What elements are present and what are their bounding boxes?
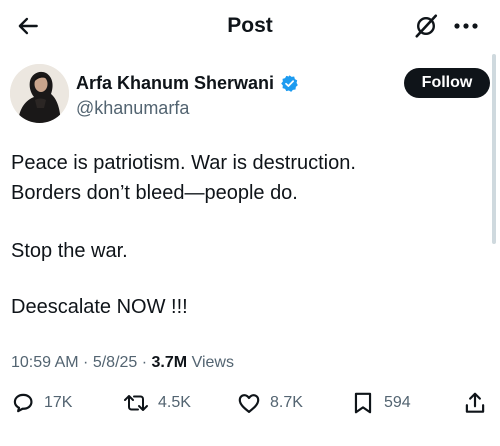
grok-button[interactable] — [412, 12, 440, 40]
author-name: Arfa Khanum Sherwani — [76, 73, 275, 93]
share-button[interactable] — [462, 390, 488, 416]
scrollbar[interactable] — [492, 54, 496, 244]
post-author: Arfa Khanum Sherwani @khanumarfa Follow — [10, 64, 490, 128]
views-count: 3.7M — [151, 354, 188, 371]
reply-button[interactable]: 17K — [10, 390, 72, 416]
grok-icon — [415, 14, 438, 38]
heart-icon — [238, 394, 260, 413]
post-metadata: 10:59 AM · 5/8/25 · 3.7M Views — [11, 352, 234, 374]
reply-count: 17K — [44, 394, 73, 411]
verified-badge-icon — [281, 74, 298, 92]
post-text-line: Deescalate NOW !!! — [11, 296, 188, 318]
bookmark-icon — [354, 392, 372, 414]
like-count: 8.7K — [270, 394, 303, 411]
action-bar: 17K 4.5K 8.7K 594 — [0, 386, 500, 426]
meta-separator-2: · — [137, 354, 152, 371]
author-name-link[interactable]: Arfa Khanum Sherwani — [76, 72, 299, 94]
repost-count: 4.5K — [158, 394, 191, 411]
post-text-line: Peace is patriotism. War is destruction. — [11, 152, 356, 174]
meta-separator: · — [78, 354, 93, 371]
avatar[interactable] — [10, 64, 69, 123]
post-date[interactable]: 5/8/25 — [93, 354, 137, 371]
post-text-line: Borders don’t bleed—people do. — [11, 182, 298, 204]
views-label: Views — [191, 354, 234, 371]
author-handle[interactable]: @khanumarfa — [76, 97, 189, 119]
post-time[interactable]: 10:59 AM — [11, 354, 79, 371]
more-options-button[interactable] — [449, 12, 483, 40]
share-icon — [465, 392, 485, 413]
repost-icon — [124, 395, 148, 411]
repost-button[interactable]: 4.5K — [122, 390, 191, 416]
post-text-line: Stop the war. — [11, 240, 128, 262]
bookmark-count: 594 — [384, 394, 411, 411]
follow-button[interactable]: Follow — [404, 68, 490, 98]
like-button[interactable]: 8.7K — [236, 390, 303, 416]
more-horizontal-icon — [454, 23, 478, 29]
top-bar: Post — [0, 0, 500, 52]
bookmark-button[interactable]: 594 — [350, 390, 411, 416]
reply-icon — [13, 393, 33, 413]
